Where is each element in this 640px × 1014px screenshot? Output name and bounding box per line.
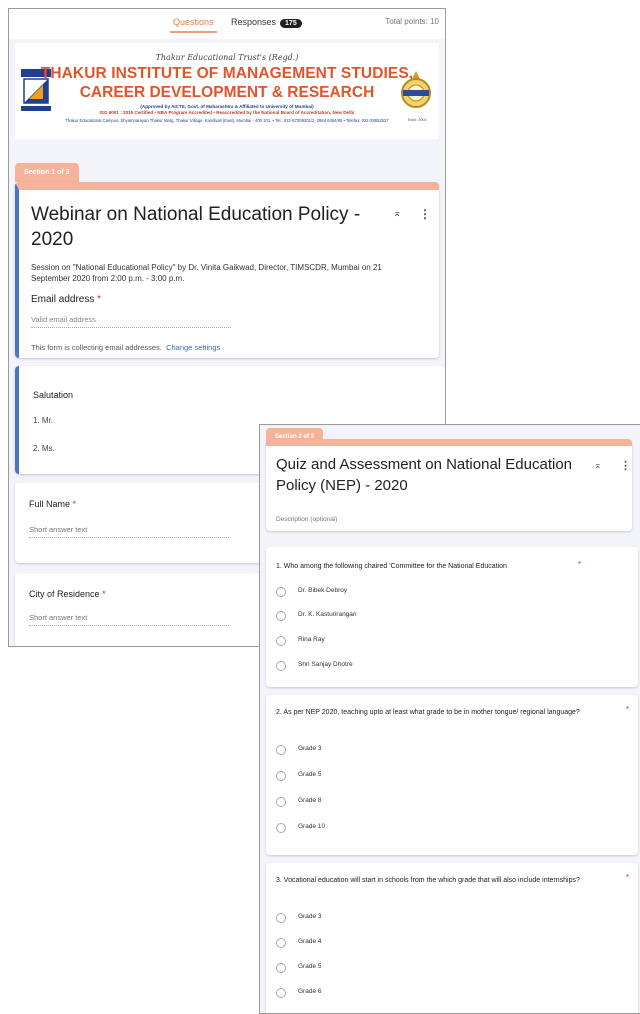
radio-icon[interactable] <box>276 988 286 998</box>
change-settings-link[interactable]: Change settings <box>166 343 220 352</box>
top-tab-bar: Questions Responses 175 Total points: 10 <box>9 9 445 39</box>
option-label: Grade 5 <box>298 963 322 970</box>
section-2-title[interactable]: Quiz and Assessment on National Educatio… <box>276 454 596 496</box>
total-points: Total points: 10 <box>385 17 439 26</box>
email-input[interactable]: Valid email address <box>31 315 231 328</box>
question-2-text: 2. As per NEP 2020, teaching upto at lea… <box>276 709 580 716</box>
option-label: Grade 8 <box>298 797 322 804</box>
required-asterisk: * <box>626 873 630 882</box>
radio-icon[interactable] <box>276 745 286 755</box>
option-label: Dr. Bibek Debroy <box>298 587 348 594</box>
question-3-text: 3. Vocational education will start in sc… <box>276 877 580 884</box>
tab-responses-label: Responses <box>231 17 277 27</box>
city-input[interactable]: Short answer text <box>29 613 229 626</box>
radio-icon[interactable] <box>276 636 286 646</box>
option-label: Grade 5 <box>298 771 322 778</box>
required-asterisk: * <box>578 560 582 569</box>
option-label: Rina Ray <box>298 636 325 643</box>
collapse-section-icon[interactable]: ⌅ <box>594 460 602 471</box>
radio-icon[interactable] <box>276 963 286 973</box>
responses-count-badge: 175 <box>280 19 302 28</box>
radio-icon[interactable] <box>276 797 286 807</box>
more-options-icon[interactable]: ⋮ <box>419 207 431 221</box>
form-header-card[interactable]: Webinar on National Education Policy - 2… <box>15 182 439 358</box>
section-1-label: Section 1 of 3 <box>15 163 79 182</box>
radio-icon[interactable] <box>276 913 286 923</box>
quiz-question-card-2[interactable]: 2. As per NEP 2020, teaching upto at lea… <box>266 695 638 855</box>
full-name-label-text: Full Name <box>29 499 71 509</box>
required-asterisk: * <box>97 294 102 305</box>
quiz-question-card-3[interactable]: 3. Vocational education will start in sc… <box>266 863 638 1013</box>
option-label: Shri Sanjay Dhotre <box>298 661 353 668</box>
form-description[interactable]: Session on "National Educational Policy"… <box>31 262 423 284</box>
email-collecting-text: This form is collecting email addresses. <box>31 343 162 352</box>
banner-title-line2: CAREER DEVELOPMENT & RESEARCH <box>79 84 375 101</box>
collapse-section-icon[interactable]: ⌅ <box>393 208 401 219</box>
city-label: City of Residence * <box>29 589 106 599</box>
banner-address-line: Thakur Educational Campus, Shyamnarayan … <box>65 118 389 123</box>
radio-icon[interactable] <box>276 823 286 833</box>
required-asterisk: * <box>72 499 77 509</box>
salutation-option-mr[interactable]: 1. Mr. <box>33 416 53 425</box>
radio-icon[interactable] <box>276 938 286 948</box>
option-label: Dr. K. Kasturirangan <box>298 611 357 618</box>
email-collecting-note: This form is collecting email addresses.… <box>31 343 220 352</box>
option-label: Grade 3 <box>298 745 322 752</box>
quiz-question-card-1[interactable]: 1. Who among the following chaired 'Comm… <box>266 547 638 687</box>
radio-icon[interactable] <box>276 587 286 597</box>
option-label: Grade 4 <box>298 938 322 945</box>
banner-certification-line: ISO 9001 : 2015 Certified • NBA Program … <box>99 110 355 115</box>
full-name-label: Full Name * <box>29 499 76 509</box>
tab-responses[interactable]: Responses 175 <box>231 17 302 28</box>
banner-title-line1: THAKUR INSTITUTE OF MANAGEMENT STUDIES, <box>40 65 414 82</box>
section-2-header-card[interactable]: Quiz and Assessment on National Educatio… <box>266 439 632 531</box>
banner-approval-line: (Approved by AICTE, Govt. of Maharashtra… <box>140 104 314 109</box>
institute-emblem-icon <box>401 71 431 108</box>
question-1-text: 1. Who among the following chaired 'Comm… <box>276 563 507 570</box>
option-label: Grade 10 <box>298 823 326 830</box>
header-banner-image: Thakur Educational Trust's (Regd.) THAKU… <box>15 43 439 139</box>
full-name-input[interactable]: Short answer text <box>29 525 229 538</box>
form-editor-window-2: Section 2 of 3 Quiz and Assessment on Na… <box>259 424 640 1014</box>
option-label: Grade 6 <box>298 988 322 995</box>
option-label: Grade 3 <box>298 913 322 920</box>
banner-estd: Estd. 2001 <box>407 117 427 122</box>
radio-icon[interactable] <box>276 771 286 781</box>
section-2-description[interactable]: Description (optional) <box>276 516 337 523</box>
required-asterisk: * <box>102 589 106 599</box>
radio-icon[interactable] <box>276 661 286 671</box>
email-address-label-text: Email address <box>31 294 95 305</box>
tab-questions[interactable]: Questions <box>170 17 217 33</box>
more-options-icon[interactable]: ⋮ <box>620 459 631 472</box>
city-label-text: City of Residence <box>29 589 100 599</box>
radio-icon[interactable] <box>276 611 286 621</box>
salutation-option-ms[interactable]: 2. Ms. <box>33 444 55 453</box>
required-asterisk: * <box>626 705 630 714</box>
salutation-label: Salutation <box>33 390 74 400</box>
form-title[interactable]: Webinar on National Education Policy - 2… <box>31 202 361 252</box>
banner-trust-line: Thakur Educational Trust's (Regd.) <box>155 53 299 62</box>
email-address-label: Email address * <box>31 294 101 305</box>
